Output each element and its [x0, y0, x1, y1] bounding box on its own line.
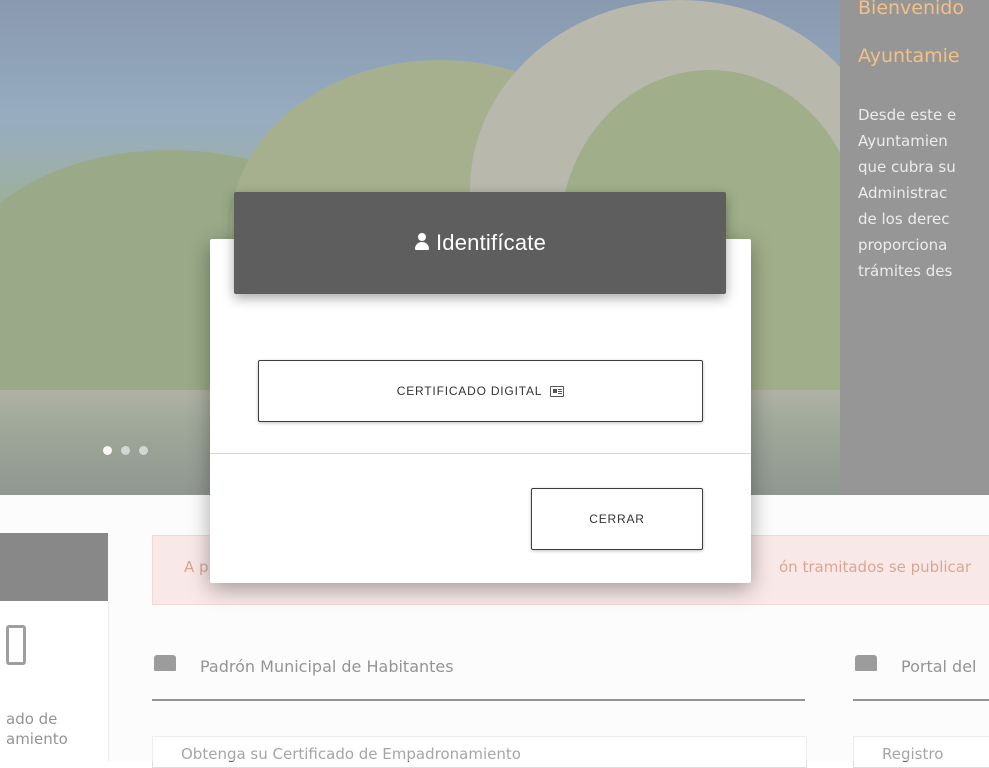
login-modal: Identifícate CERTIFICADO DIGITAL CERRAR — [210, 192, 751, 583]
id-card-icon — [550, 385, 565, 397]
user-icon — [414, 232, 430, 250]
modal-title: Identifícate — [435, 230, 547, 255]
modal-header: Identifícate — [234, 192, 726, 294]
digital-certificate-button[interactable]: CERTIFICADO DIGITAL — [258, 360, 703, 422]
digital-certificate-label: CERTIFICADO DIGITAL — [396, 384, 543, 398]
close-button[interactable]: CERRAR — [531, 488, 703, 550]
modal-divider — [210, 453, 751, 454]
close-button-label: CERRAR — [589, 512, 645, 526]
